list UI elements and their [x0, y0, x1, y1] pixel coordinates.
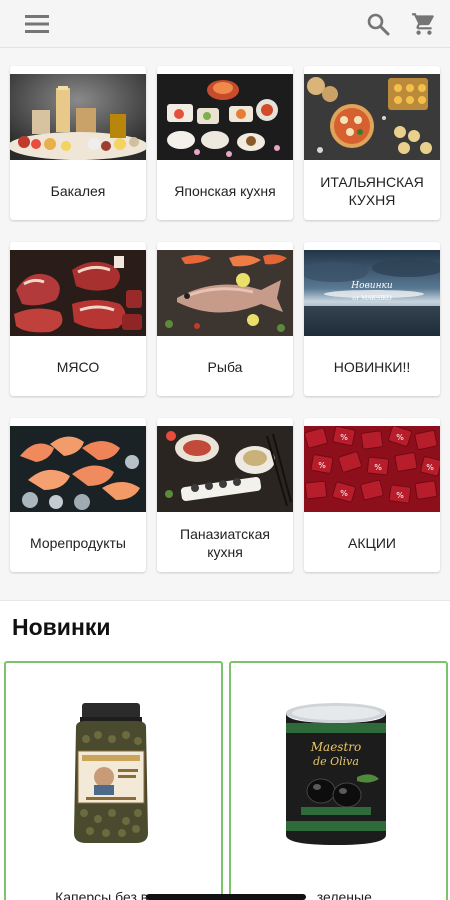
app-bar: [0, 0, 450, 48]
svg-text:%: %: [318, 461, 326, 470]
home-indicator: [146, 894, 306, 900]
svg-text:%: %: [396, 433, 404, 442]
japanese-food-photo: [157, 74, 293, 160]
category-card-italian[interactable]: ИТАЛЬЯНСКАЯ КУХНЯ: [304, 66, 440, 220]
svg-text:de Oliva: de Oliva: [313, 755, 359, 768]
capers-jar-photo: [46, 693, 176, 853]
svg-text:от MAKSIKO: от MAKSIKO: [352, 295, 392, 302]
category-label: Рыба: [207, 359, 243, 375]
new-items-photo: Новинки от MAKSIKO: [304, 250, 440, 336]
svg-text:%: %: [396, 491, 404, 500]
meat-photo: [10, 250, 146, 336]
groceries-photo: [10, 74, 146, 160]
category-label: МЯСО: [56, 359, 100, 375]
category-label: Бакалея: [50, 183, 106, 199]
product-card[interactable]: Maestro de Oliva ...зеленые: [229, 661, 448, 900]
svg-text:%: %: [426, 463, 434, 472]
category-label: НОВИНКИ!!: [333, 359, 411, 375]
category-label: АКЦИИ: [348, 535, 396, 551]
menu-icon[interactable]: [24, 10, 52, 38]
fish-photo: [157, 250, 293, 336]
section-title-new: Новинки: [12, 614, 111, 640]
category-card-panasian[interactable]: Паназиатская кухня: [157, 418, 293, 572]
category-label: Японская кухня: [174, 183, 276, 199]
category-card-new-items[interactable]: Новинки от MAKSIKO НОВИНКИ!!: [304, 242, 440, 396]
category-card-sale[interactable]: %%% %%%% АКЦИИ: [304, 418, 440, 572]
sale-photo: %%% %%%%: [304, 426, 440, 512]
svg-text:Maestro: Maestro: [310, 740, 361, 754]
product-card[interactable]: Каперсы без вет...: [4, 661, 223, 900]
panasian-food-photo: [157, 426, 293, 512]
olives-can-photo: Maestro de Oliva: [271, 693, 401, 853]
category-card-groceries[interactable]: Бакалея: [10, 66, 146, 220]
svg-text:%: %: [340, 489, 348, 498]
italian-food-photo: [304, 74, 440, 160]
category-label: ИТАЛЬЯНСКАЯ КУХНЯ: [320, 174, 424, 208]
category-card-japanese[interactable]: Японская кухня: [157, 66, 293, 220]
svg-text:%: %: [340, 433, 348, 442]
category-grid: Бакалея Японская кухня ИТАЛЬЯНСКАЯ КУХНЯ…: [0, 48, 450, 600]
svg-text:%: %: [374, 463, 382, 472]
category-label: Морепродукты: [30, 535, 126, 551]
section-divider: [0, 600, 450, 601]
category-card-fish[interactable]: Рыба: [157, 242, 293, 396]
search-icon[interactable]: [364, 10, 392, 38]
cart-icon[interactable]: [410, 10, 438, 38]
svg-text:Новинки: Новинки: [350, 281, 393, 291]
category-card-meat[interactable]: МЯСО: [10, 242, 146, 396]
category-card-seafood[interactable]: Морепродукты: [10, 418, 146, 572]
seafood-photo: [10, 426, 146, 512]
category-label: Паназиатская кухня: [180, 526, 270, 560]
